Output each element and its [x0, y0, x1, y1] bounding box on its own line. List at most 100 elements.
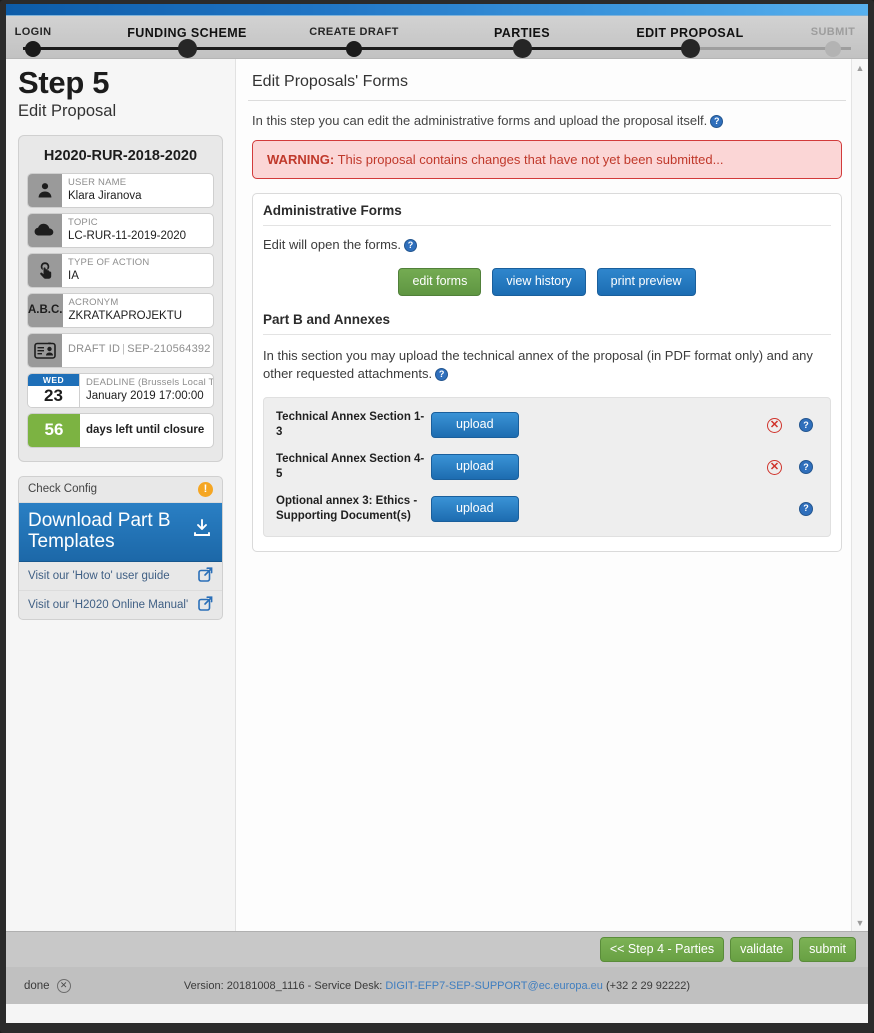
administrative-forms-lead-text: Edit will open the forms. — [263, 237, 402, 252]
upload-button[interactable]: upload — [431, 454, 519, 480]
warning-banner: WARNING: This proposal contains changes … — [252, 140, 842, 179]
validate-button[interactable]: validate — [730, 936, 794, 963]
info-row-days-left: 56 days left until closure — [27, 412, 214, 448]
step-submit: SUBMIT — [733, 16, 868, 57]
help-icon[interactable]: ? — [799, 418, 813, 433]
abc-icon: A.B.C. — [28, 293, 63, 327]
annex-row: Technical Annex Section 4-5 upload ✕ ? — [274, 446, 820, 488]
info-value-user-name: Klara Jiranova — [68, 189, 142, 202]
info-key-draft-id: DRAFT ID | SEP-210564392 — [68, 343, 211, 356]
how-to-user-guide-link[interactable]: Visit our 'How to' user guide — [19, 562, 222, 592]
print-preview-button[interactable]: print preview — [596, 267, 696, 296]
info-row-user-name: USER NAME Klara Jiranova — [27, 172, 214, 208]
draft-id-label: DRAFT ID — [68, 343, 121, 356]
service-desk-email-link[interactable]: DIGIT-EFP7-SEP-SUPPORT@ec.europa.eu — [385, 980, 603, 992]
page-step-title: Step 5 — [18, 65, 110, 100]
info-value-deadline: January 2019 17:00:00 — [86, 389, 204, 402]
delete-icon[interactable]: ✕ — [767, 459, 782, 475]
content-panel: Edit Proposals' Forms In this step you c… — [235, 59, 868, 931]
info-value-acronym: ZKRATKAPROJEKTU — [68, 309, 183, 322]
info-row-type-of-action: TYPE OF ACTION IA — [27, 252, 214, 288]
action-bar: << Step 4 - Parties validate submit — [6, 931, 868, 967]
scroll-up-arrow-icon[interactable]: ▲ — [852, 59, 868, 76]
warning-text: This proposal contains changes that have… — [337, 152, 724, 167]
step-create-draft-dot — [346, 41, 362, 57]
how-to-user-guide-label: Visit our 'How to' user guide — [28, 570, 170, 583]
annex-upload-cell: upload — [431, 412, 519, 439]
sidebar-links-card: Check Config ! Download Part B Templates… — [18, 475, 223, 621]
page-title: Edit Proposals' Forms — [248, 69, 846, 101]
delete-icon[interactable]: ✕ — [767, 417, 782, 433]
id-card-icon — [28, 333, 62, 367]
step-funding-scheme-dot — [177, 39, 197, 58]
page-body: Step 5 Edit Proposal H2020-RUR-2018-2020… — [6, 59, 868, 931]
calendar-weekday: WED — [28, 373, 79, 386]
annex-name: Technical Annex Section 1-3 — [276, 411, 425, 439]
page-intro-text: In this step you can edit the administra… — [252, 113, 708, 128]
administrative-forms-lead: Edit will open the forms.? — [263, 236, 831, 255]
upload-button[interactable]: upload — [431, 496, 519, 522]
info-key-user-name: USER NAME — [68, 176, 127, 188]
calendar-icon: WED 23 — [28, 373, 80, 407]
info-row-deadline: WED 23 DEADLINE (Brussels Local Time) Ja… — [27, 372, 214, 408]
days-left-count: 56 — [28, 413, 80, 447]
cloud-icon — [28, 213, 62, 247]
external-link-icon — [198, 567, 213, 585]
warning-exclamation-icon: ! — [198, 481, 213, 497]
help-icon[interactable]: ? — [799, 501, 813, 516]
help-icon[interactable]: ? — [404, 239, 418, 252]
download-part-b-label: Download Part B Templates — [28, 509, 171, 552]
check-config-label: Check Config — [28, 483, 98, 496]
annex-actions: ✕ ? — [767, 501, 818, 516]
step-login-dot — [25, 41, 41, 57]
call-identifier: H2020-RUR-2018-2020 — [43, 147, 198, 164]
download-icon — [191, 517, 213, 544]
info-value-topic: LC-RUR-11-2019-2020 — [68, 229, 187, 242]
edit-forms-button[interactable]: edit forms — [398, 267, 482, 296]
title-gradient-bar — [6, 4, 868, 16]
annex-row: Technical Annex Section 1-3 upload ✕ ? — [274, 404, 820, 446]
external-link-icon — [198, 596, 213, 614]
info-value-type-of-action: IA — [68, 269, 79, 282]
annex-actions: ✕ ? — [767, 417, 818, 433]
back-to-step-4-button[interactable]: << Step 4 - Parties — [599, 936, 725, 963]
draft-id-value: SEP-210564392 — [127, 343, 211, 356]
application-window: LOGIN FUNDING SCHEME CREATE DRAFT PARTIE… — [0, 0, 874, 1033]
administrative-forms-title: Administrative Forms — [263, 203, 831, 226]
content-scrollbar[interactable]: ▲ ▼ — [851, 59, 868, 931]
help-icon[interactable]: ? — [435, 368, 449, 382]
version-text: Version: 20181008_1116 - Service Desk: — [183, 979, 386, 992]
help-icon[interactable]: ? — [710, 115, 724, 128]
annex-row: Optional annex 3: Ethics - Supporting Do… — [274, 488, 820, 530]
page-step-subtitle: Edit Proposal — [18, 101, 117, 120]
info-row-acronym: A.B.C. ACRONYM ZKRATKAPROJEKTU — [27, 292, 214, 328]
warning-label: WARNING: — [267, 152, 335, 167]
check-config-row[interactable]: Check Config ! — [19, 477, 222, 503]
h2020-online-manual-link[interactable]: Visit our 'H2020 Online Manual' — [19, 591, 222, 619]
part-b-annexes-lead-text: In this section you may upload the techn… — [263, 347, 813, 382]
upload-button[interactable]: upload — [431, 412, 519, 439]
step-submit-label: SUBMIT — [810, 26, 856, 38]
annex-list: Technical Annex Section 1-3 upload ✕ ? T… — [263, 397, 831, 537]
administrative-forms-panel: Administrative Forms Edit will open the … — [252, 193, 842, 552]
annex-name: Technical Annex Section 4-5 — [276, 453, 425, 481]
info-key-acronym: ACRONYM — [68, 296, 119, 308]
days-left-label: days left until closure — [86, 423, 205, 436]
calendar-day: 23 — [44, 385, 63, 405]
part-b-annexes-lead: In this section you may upload the techn… — [263, 347, 831, 385]
view-history-button[interactable]: view history — [492, 267, 586, 296]
help-icon[interactable]: ? — [799, 460, 813, 475]
administrative-forms-buttons: edit forms view history print preview — [263, 267, 831, 296]
page-intro: In this step you can edit the administra… — [248, 101, 846, 140]
sidebar: Step 5 Edit Proposal H2020-RUR-2018-2020… — [6, 59, 235, 931]
service-desk-phone: (+32 2 29 92222) — [602, 979, 691, 992]
workflow-stepper: LOGIN FUNDING SCHEME CREATE DRAFT PARTIE… — [6, 16, 868, 59]
info-key-type-of-action: TYPE OF ACTION — [68, 256, 150, 268]
annex-actions: ✕ ? — [767, 459, 818, 475]
annex-upload-cell: upload — [431, 496, 519, 522]
download-part-b-templates-button[interactable]: Download Part B Templates — [19, 502, 222, 563]
info-row-topic: TOPIC LC-RUR-11-2019-2020 — [27, 212, 214, 248]
submit-button[interactable]: submit — [799, 936, 856, 963]
status-version-info: Version: 20181008_1116 - Service Desk: D… — [6, 980, 868, 992]
scroll-down-arrow-icon[interactable]: ▼ — [852, 914, 868, 931]
